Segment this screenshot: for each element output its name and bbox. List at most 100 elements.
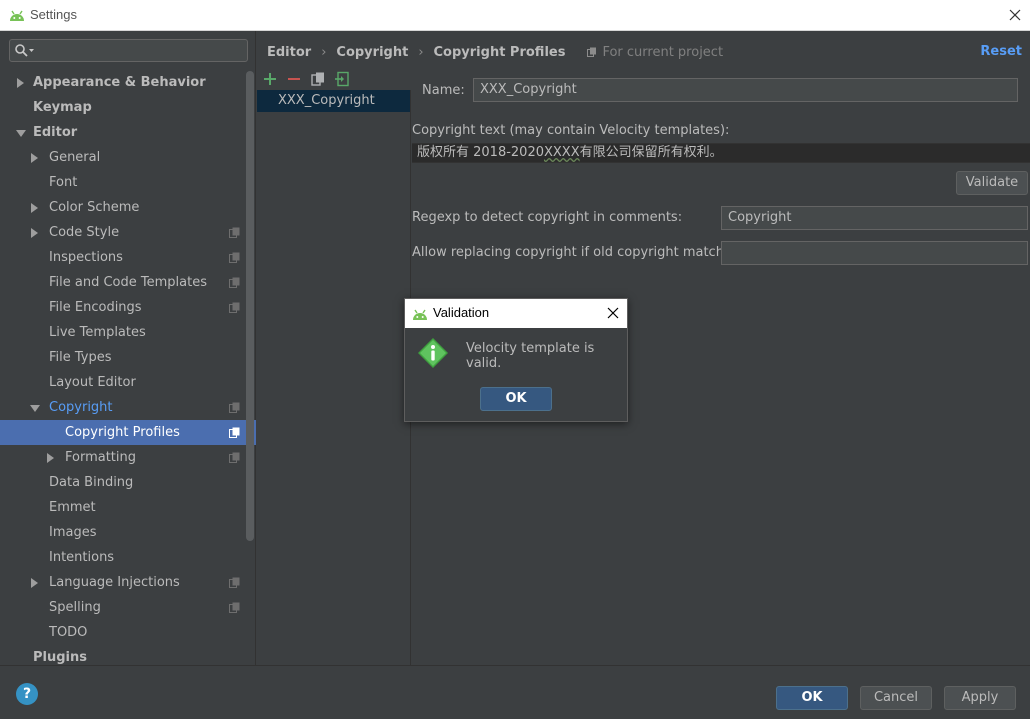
apply-button[interactable]: Apply xyxy=(944,686,1016,710)
copy-icon[interactable] xyxy=(310,71,326,87)
name-input[interactable]: XXX_Copyright xyxy=(473,78,1018,102)
breadcrumb-item-editor: Editor xyxy=(267,44,312,60)
sidebar-item-todo[interactable]: TODO xyxy=(0,620,256,645)
project-scope-icon xyxy=(229,602,240,613)
project-scope-icon xyxy=(229,252,240,263)
sidebar-scrollbar[interactable] xyxy=(246,71,254,541)
settings-tree: Appearance & Behavior Keymap Editor General… xyxy=(0,70,256,670)
sidebar-item-color-scheme[interactable]: Color Scheme xyxy=(0,195,256,220)
android-icon xyxy=(413,309,427,320)
regexp-label: Regexp to detect copyright in comments: xyxy=(412,210,683,225)
sidebar-item-label: Language Injections xyxy=(49,575,180,590)
sidebar-item-label: File and Code Templates xyxy=(49,275,207,290)
ok-button[interactable]: OK xyxy=(776,686,848,710)
sidebar-item-label: Inspections xyxy=(49,250,123,265)
sidebar-item-emmet[interactable]: Emmet xyxy=(0,495,256,520)
sidebar-item-label: Keymap xyxy=(33,100,92,115)
sidebar-item-spelling[interactable]: Spelling xyxy=(0,595,256,620)
window-close-icon[interactable] xyxy=(1006,6,1024,24)
sidebar-item-keymap[interactable]: Keymap xyxy=(0,95,256,120)
android-icon xyxy=(10,10,24,21)
validation-dialog: Validation Velocity template is valid. O… xyxy=(404,298,628,422)
profiles-toolbar xyxy=(262,69,350,89)
chevron-right-icon[interactable] xyxy=(31,203,38,213)
breadcrumb-item-copyright-profiles: Copyright Profiles xyxy=(433,44,566,60)
sidebar-item-label: Images xyxy=(49,525,97,540)
regexp-input[interactable]: Copyright xyxy=(721,206,1028,230)
project-scope-icon xyxy=(229,227,240,238)
sidebar-item-copyright-profiles[interactable]: Copyright Profiles xyxy=(0,420,256,445)
sidebar-item-file-encodings[interactable]: File Encodings xyxy=(0,295,256,320)
window-title-bar: Settings xyxy=(0,0,1030,31)
chevron-down-icon[interactable] xyxy=(16,130,26,137)
validate-button[interactable]: Validate xyxy=(956,171,1028,195)
sidebar-item-copyright[interactable]: Copyright xyxy=(0,395,256,420)
breadcrumb: Editor › Copyright › Copyright Profiles … xyxy=(267,43,723,61)
add-icon[interactable] xyxy=(262,71,278,87)
sidebar-item-language-injections[interactable]: Language Injections xyxy=(0,570,256,595)
scope-label: For current project xyxy=(602,44,724,60)
sidebar-item-label: Color Scheme xyxy=(49,200,140,215)
info-icon xyxy=(418,338,448,368)
validation-message: Velocity template is valid. xyxy=(466,341,595,371)
sidebar-item-file-types[interactable]: File Types xyxy=(0,345,256,370)
sidebar-item-data-binding[interactable]: Data Binding xyxy=(0,470,256,495)
dialog-button-bar: ? OK Cancel Apply xyxy=(0,665,1030,719)
sidebar-item-label: Spelling xyxy=(49,600,101,615)
import-icon[interactable] xyxy=(334,71,350,87)
project-scope-icon xyxy=(229,277,240,288)
sidebar-item-label: Live Templates xyxy=(49,325,146,340)
breadcrumb-separator: › xyxy=(321,44,327,60)
profile-item[interactable]: XXX_Copyright xyxy=(257,90,410,112)
help-button[interactable]: ? xyxy=(16,683,38,705)
sidebar-item-label: File Encodings xyxy=(49,300,142,315)
name-label: Name: xyxy=(422,83,465,98)
scope-indicator: For current project xyxy=(587,45,723,60)
chevron-right-icon[interactable] xyxy=(31,153,38,163)
copyright-text-editor[interactable]: 版权所有 2018-2020XXXX有限公司保留所有权利。 xyxy=(412,143,1030,163)
sidebar-item-code-style[interactable]: Code Style xyxy=(0,220,256,245)
remove-icon[interactable] xyxy=(286,71,302,87)
sidebar-item-images[interactable]: Images xyxy=(0,520,256,545)
validation-dialog-title: Validation xyxy=(433,305,490,320)
validation-dialog-title-bar: Validation xyxy=(405,299,627,328)
dialog-ok-button[interactable]: OK xyxy=(480,387,552,411)
sidebar-item-label: Data Binding xyxy=(49,475,134,490)
sidebar-item-font[interactable]: Font xyxy=(0,170,256,195)
copyright-profiles-panel: Editor › Copyright › Copyright Profiles … xyxy=(257,31,1030,665)
breadcrumb-separator: › xyxy=(418,44,424,60)
sidebar-item-label: Intentions xyxy=(49,550,115,565)
sidebar-item-label: Layout Editor xyxy=(49,375,136,390)
project-scope-icon xyxy=(229,402,240,413)
close-icon[interactable] xyxy=(606,306,620,320)
sidebar-item-general[interactable]: General xyxy=(0,145,256,170)
cancel-button[interactable]: Cancel xyxy=(860,686,932,710)
chevron-right-icon[interactable] xyxy=(31,228,38,238)
project-scope-icon xyxy=(229,452,240,463)
sidebar-item-label: Font xyxy=(49,175,78,190)
chevron-right-icon[interactable] xyxy=(17,78,24,88)
chevron-right-icon[interactable] xyxy=(31,578,38,588)
project-scope-icon xyxy=(587,47,597,57)
sidebar-item-appearance-behavior[interactable]: Appearance & Behavior xyxy=(0,70,256,95)
chevron-down-icon[interactable] xyxy=(30,405,40,412)
allow-replace-label: Allow replacing copyright if old copyrig… xyxy=(412,245,744,260)
project-scope-icon xyxy=(229,427,240,438)
chevron-right-icon[interactable] xyxy=(47,453,54,463)
sidebar-item-label: Copyright xyxy=(49,400,113,415)
sidebar-item-layout-editor[interactable]: Layout Editor xyxy=(0,370,256,395)
sidebar-item-label: Formatting xyxy=(65,450,137,465)
sidebar-item-live-templates[interactable]: Live Templates xyxy=(0,320,256,345)
sidebar-item-file-and-code-templates[interactable]: File and Code Templates xyxy=(0,270,256,295)
reset-link[interactable]: Reset xyxy=(980,44,1022,59)
sidebar-item-formatting[interactable]: Formatting xyxy=(0,445,256,470)
settings-search-input[interactable] xyxy=(9,39,248,62)
sidebar-item-label: File Types xyxy=(49,350,112,365)
sidebar-item-editor[interactable]: Editor xyxy=(0,120,256,145)
allow-replace-input[interactable] xyxy=(721,241,1028,265)
project-scope-icon xyxy=(229,302,240,313)
sidebar-item-intentions[interactable]: Intentions xyxy=(0,545,256,570)
profiles-list: XXX_Copyright xyxy=(257,90,411,665)
breadcrumb-item-copyright: Copyright xyxy=(336,44,409,60)
sidebar-item-inspections[interactable]: Inspections xyxy=(0,245,256,270)
